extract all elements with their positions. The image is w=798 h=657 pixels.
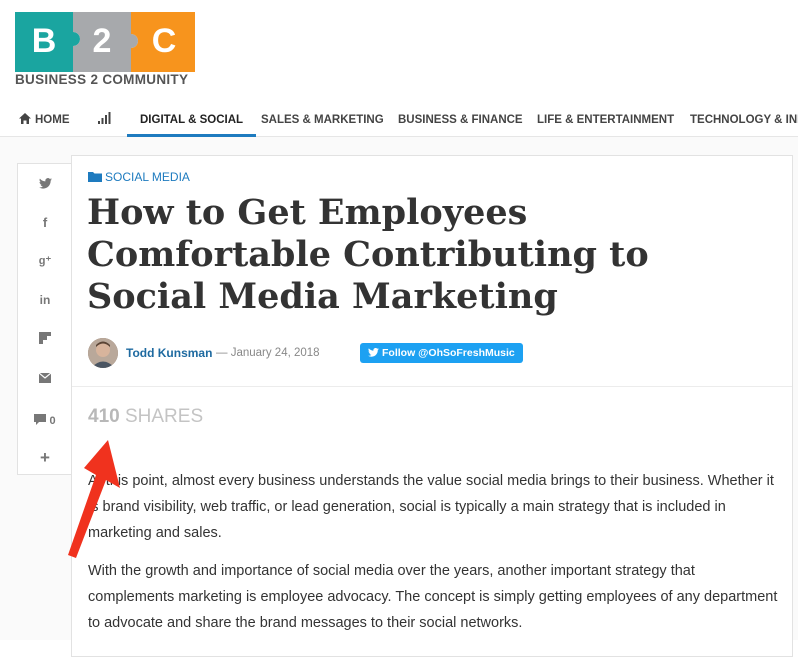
byline: Todd Kunsman — January 24, 2018 Follow @… <box>88 338 688 370</box>
paragraph: With the growth and importance of social… <box>88 563 778 631</box>
article-body: At this point, almost every business und… <box>88 468 778 648</box>
b2c-logo[interactable]: B 2 C BUSINESS 2 COMMUNITY <box>15 12 200 90</box>
comments-button[interactable]: 0 <box>18 414 72 427</box>
signal-bars-icon <box>98 112 111 124</box>
divider <box>72 386 792 387</box>
main-nav: HOME DIGITAL & SOCIAL SALES & MARKETING … <box>0 104 798 137</box>
twitter-follow-button[interactable]: Follow @OhSoFreshMusic <box>360 343 523 363</box>
google-plus-icon: g⁺ <box>38 255 52 267</box>
logo-letter-b: B <box>31 22 57 60</box>
logo-letter-c: C <box>151 22 177 60</box>
article-title: How to Get Employees Comfortable Contrib… <box>87 192 649 317</box>
nav-sales-marketing[interactable]: SALES & MARKETING <box>261 104 384 136</box>
comment-count: 0 <box>49 415 56 427</box>
paragraph: At this point, almost every business und… <box>88 473 774 541</box>
nav-home[interactable]: HOME <box>19 104 70 136</box>
nav-home-label: HOME <box>35 114 70 126</box>
logo-tagline: BUSINESS 2 COMMUNITY <box>15 72 189 87</box>
home-icon <box>19 113 31 124</box>
author-avatar[interactable] <box>88 338 118 368</box>
comment-icon <box>34 414 47 425</box>
share-count: 410 SHARES <box>88 406 203 428</box>
nav-digital-social[interactable]: DIGITAL & SOCIAL <box>127 104 257 137</box>
publish-date: — January 24, 2018 <box>216 347 320 359</box>
plus-icon: + <box>40 448 50 467</box>
category-label: SOCIAL MEDIA <box>105 170 190 184</box>
folder-icon <box>88 172 102 182</box>
email-icon <box>38 372 52 383</box>
twitter-bird-icon <box>368 347 379 357</box>
logo-letter-2: 2 <box>92 22 112 60</box>
article-card: SOCIAL MEDIA How to Get Employees Comfor… <box>71 155 793 657</box>
linkedin-icon: in <box>39 293 51 307</box>
author-name[interactable]: Todd Kunsman <box>126 346 212 360</box>
flipboard-share-button[interactable] <box>18 332 72 347</box>
nav-business-finance[interactable]: BUSINESS & FINANCE <box>398 104 523 136</box>
follow-label: Follow @OhSoFreshMusic <box>382 347 515 359</box>
share-count-label: SHARES <box>124 406 204 427</box>
category-link[interactable]: SOCIAL MEDIA <box>88 170 190 184</box>
email-share-button[interactable] <box>18 371 72 386</box>
facebook-share-button[interactable]: f <box>18 215 72 230</box>
share-rail: f g⁺ in 0 + <box>17 163 72 475</box>
flipboard-icon <box>39 332 51 344</box>
nav-trending[interactable] <box>98 104 111 136</box>
google-plus-share-button[interactable]: g⁺ <box>18 254 72 267</box>
share-count-number: 410 <box>88 406 120 427</box>
red-arrow-annotation <box>68 440 120 558</box>
linkedin-share-button[interactable]: in <box>18 293 72 307</box>
nav-technology[interactable]: TECHNOLOGY & INN <box>690 104 798 136</box>
twitter-icon <box>38 178 52 189</box>
facebook-icon: f <box>42 215 48 230</box>
nav-life-entertainment[interactable]: LIFE & ENTERTAINMENT <box>537 104 674 136</box>
twitter-share-button[interactable] <box>18 177 72 192</box>
